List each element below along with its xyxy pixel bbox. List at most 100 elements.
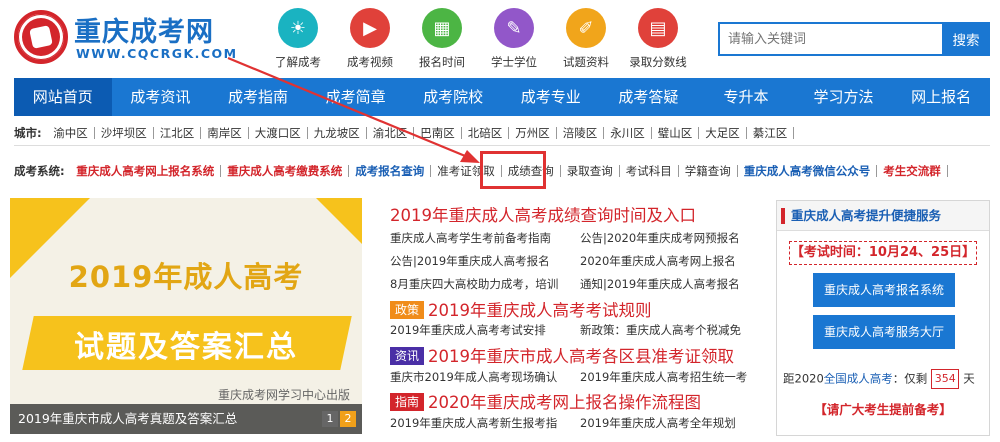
quick-link-degree[interactable]: ✎ 学士学位	[478, 8, 550, 70]
system-link-wechat[interactable]: 重庆成人高考微信公众号	[738, 165, 878, 177]
city-link[interactable]: 綦江区	[747, 127, 795, 139]
quick-link-materials[interactable]: ✐ 试题资料	[550, 8, 622, 70]
nav-news[interactable]: 成考资讯	[112, 78, 210, 116]
news-headline[interactable]: 指南 2020年重庆成考网上报名操作流程图	[390, 389, 701, 413]
banner-slideshow[interactable]: 2019年成人高考 试题及答案汇总 重庆成考网学习中心出版 2019年重庆市成人…	[10, 198, 362, 434]
city-link[interactable]: 永川区	[604, 127, 652, 139]
quick-link-score-line[interactable]: ▤ 录取分数线	[622, 8, 694, 70]
nav-guide[interactable]: 成考指南	[209, 78, 307, 116]
page: 重庆成考网 WWW.CQCRGK.COM ☀ 了解成考 ▶ 成考视频 ▦ 报名时…	[0, 0, 1000, 442]
news-tag: 政策	[390, 301, 425, 319]
search-input[interactable]	[718, 22, 942, 56]
nav-upgrade[interactable]: 专升本	[697, 78, 795, 116]
prepare-note: 【请广大考生提前备考】	[814, 402, 952, 417]
city-link[interactable]: 渝中区	[47, 127, 95, 139]
system-link-exam-subjects[interactable]: 考试科目	[620, 165, 679, 177]
city-link[interactable]: 涪陵区	[557, 127, 605, 139]
city-link[interactable]: 大渡口区	[249, 127, 308, 139]
banner-page-2[interactable]: 2	[340, 411, 356, 427]
system-link-status-query[interactable]: 学籍查询	[679, 165, 738, 177]
banner-page-1[interactable]: 1	[322, 411, 338, 427]
countdown-mid: ：仅剩	[892, 371, 928, 386]
exam-time: 【考试时间：10月24、25日】	[789, 241, 977, 265]
banner-credit: 重庆成考网学习中心出版	[217, 388, 350, 402]
news-link[interactable]: 通知|2019年重庆成人高考报名	[580, 276, 740, 292]
nav-majors[interactable]: 成考专业	[502, 78, 600, 116]
news-headline[interactable]: 2019年重庆成人高考成绩查询时间及入口	[390, 202, 696, 226]
quick-link-label: 报名时间	[419, 55, 465, 69]
quick-links: ☀ 了解成考 ▶ 成考视频 ▦ 报名时间 ✎ 学士学位 ✐ 试题资料 ▤ 录取分…	[262, 8, 702, 74]
news-link[interactable]: 2019年重庆成人高考考试安排	[390, 322, 546, 338]
quick-link-video[interactable]: ▶ 成考视频	[334, 8, 406, 70]
service-hall-button[interactable]: 重庆成人高考服务大厅	[813, 315, 955, 349]
news-link[interactable]: 重庆市2019年成人高考现场确认	[390, 369, 557, 385]
site-logo[interactable]: 重庆成考网 WWW.CQCRGK.COM	[14, 6, 236, 66]
graduation-icon: ✎	[494, 8, 534, 48]
logo-seal-icon	[14, 10, 68, 64]
news-link[interactable]: 公告|2019年重庆成人高考报名	[390, 253, 550, 269]
header: 重庆成考网 WWW.CQCRGK.COM ☀ 了解成考 ▶ 成考视频 ▦ 报名时…	[0, 0, 1000, 78]
quick-link-label: 录取分数线	[629, 55, 687, 69]
news-link[interactable]: 2019年重庆成人高考新生报考指	[390, 415, 557, 431]
nav-schools[interactable]: 成考院校	[404, 78, 502, 116]
banner-corner-decoration	[316, 198, 362, 244]
nav-brochure[interactable]: 成考简章	[307, 78, 405, 116]
city-link[interactable]: 九龙坡区	[308, 127, 367, 139]
nav-online-registration[interactable]: 网上报名	[892, 78, 990, 116]
city-link[interactable]: 沙坪坝区	[95, 127, 154, 139]
quick-link-label: 了解成考	[275, 55, 321, 69]
quick-link-understand[interactable]: ☀ 了解成考	[262, 8, 334, 70]
city-link[interactable]: 巴南区	[414, 127, 462, 139]
logo-url: WWW.CQCRGK.COM	[76, 46, 238, 61]
system-link-registration-query[interactable]: 成考报名查询	[349, 165, 432, 177]
city-link[interactable]: 大足区	[699, 127, 747, 139]
city-row: 城市: 渝中区 沙坪坝区 江北区 南岸区 大渡口区 九龙坡区 渝北区 巴南区 北碚区 万州区 涪陵区…	[14, 120, 990, 146]
news-headline[interactable]: 资讯 2019年重庆市成人高考各区县准考证领取	[390, 343, 734, 367]
news-list: 2019年重庆成人高考成绩查询时间及入口 重庆成人高考学生考前备考指南 公告|2…	[390, 198, 760, 438]
city-link[interactable]: 北碚区	[462, 127, 510, 139]
quick-link-registration-time[interactable]: ▦ 报名时间	[406, 8, 478, 70]
news-headline-text: 2019年重庆成人高考考试规则	[428, 301, 652, 320]
news-headline[interactable]: 政策 2019年重庆成人高考考试规则	[390, 297, 652, 321]
service-box-title: 重庆成人高考提升便捷服务	[777, 201, 989, 231]
main-nav: 网站首页 成考资讯 成考指南 成考简章 成考院校 成考专业 成考答疑 专升本 学…	[14, 78, 990, 116]
countdown-exam-link[interactable]: 全国成人高考	[824, 372, 893, 386]
city-link[interactable]: 渝北区	[367, 127, 415, 139]
banner-subtitle: 试题及答案汇总	[74, 330, 298, 365]
nav-study-methods[interactable]: 学习方法	[795, 78, 893, 116]
city-list: 渝中区 沙坪坝区 江北区 南岸区 大渡口区 九龙坡区 渝北区 巴南区 北碚区 万州区 涪陵区 永川区璧…	[47, 126, 795, 140]
city-link[interactable]: 江北区	[154, 127, 202, 139]
calendar-icon: ▦	[422, 8, 462, 48]
system-link-admission-query[interactable]: 录取查询	[561, 165, 620, 177]
system-link-exchange-group[interactable]: 考生交流群	[877, 165, 948, 177]
system-link-payment[interactable]: 重庆成人高考缴费系统	[221, 165, 350, 177]
logo-title: 重庆成考网	[74, 17, 214, 48]
banner-caption[interactable]: 2019年重庆市成人高考真题及答案汇总	[10, 404, 362, 434]
document-icon: ✐	[566, 8, 606, 48]
news-headline-text: 2020年重庆成考网上报名操作流程图	[428, 393, 702, 412]
countdown-days: 354	[931, 369, 960, 389]
nav-faq[interactable]: 成考答疑	[600, 78, 698, 116]
news-link[interactable]: 2019年重庆成人高考招生统一考	[580, 369, 747, 385]
banner-title: 2019年成人高考	[68, 260, 304, 294]
nav-home[interactable]: 网站首页	[14, 78, 112, 116]
news-link[interactable]: 2019年重庆成人高考全年规划	[580, 415, 736, 431]
news-tag: 资讯	[390, 347, 425, 365]
system-link-online-registration[interactable]: 重庆成人高考网上报名系统	[70, 165, 222, 177]
news-link[interactable]: 重庆成人高考学生考前备考指南	[390, 230, 551, 246]
city-label: 城市:	[14, 126, 42, 140]
system-label: 成考系统:	[14, 164, 65, 178]
news-headline-text: 2019年重庆市成人高考各区县准考证领取	[428, 347, 735, 366]
city-link[interactable]: 万州区	[509, 127, 557, 139]
news-link[interactable]: 公告|2020年重庆成考网预报名	[580, 230, 740, 246]
news-link[interactable]: 新政策：重庆成人高考个税减免	[580, 322, 741, 338]
news-tag: 指南	[390, 393, 425, 411]
video-icon: ▶	[350, 8, 390, 48]
city-link[interactable]: 璧山区	[652, 127, 700, 139]
search-button[interactable]: 搜索	[942, 22, 990, 56]
registration-system-button[interactable]: 重庆成人高考报名系统	[813, 273, 955, 307]
countdown: 距2020全国成人高考：仅剩 354 天	[783, 369, 987, 389]
city-link[interactable]: 南岸区	[201, 127, 249, 139]
news-link[interactable]: 2020年重庆成人高考网上报名	[580, 253, 736, 269]
news-link[interactable]: 8月重庆四大高校助力成考，培训	[390, 276, 558, 292]
